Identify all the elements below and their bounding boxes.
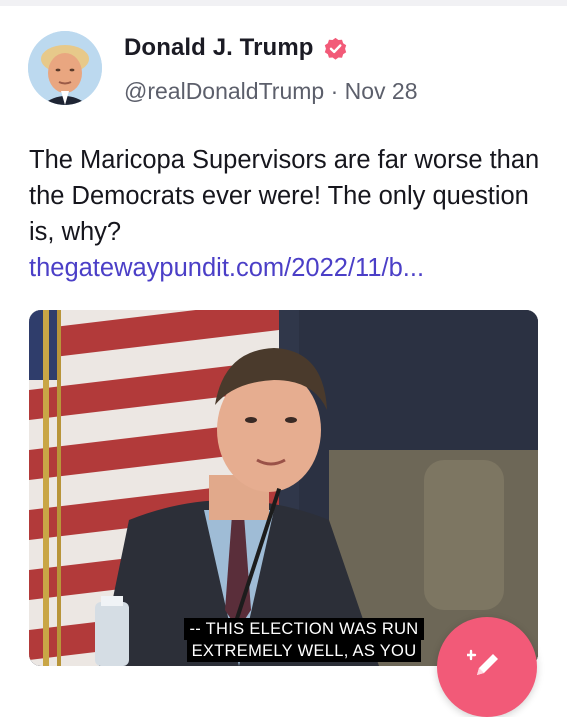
post-meta: @realDonaldTrump · Nov 28 [124, 78, 418, 105]
verified-badge-icon [324, 37, 346, 60]
avatar[interactable] [28, 31, 102, 105]
post-date[interactable]: Nov 28 [345, 78, 418, 104]
meta-separator: · [330, 78, 339, 104]
video-frame-illustration [29, 310, 538, 666]
author-display-name[interactable]: Donald J. Trump [124, 34, 314, 62]
top-divider [0, 0, 567, 6]
post-body: The Maricopa Supervisors are far worse t… [29, 142, 549, 286]
video-caption: -- THIS ELECTION WAS RUN EXTREMELY WELL,… [154, 618, 454, 662]
post-media-video[interactable]: -- THIS ELECTION WAS RUN EXTREMELY WELL,… [29, 310, 538, 666]
compose-pencil-icon [467, 649, 498, 675]
author-row[interactable]: Donald J. Trump [124, 34, 349, 62]
post-text: The Maricopa Supervisors are far worse t… [29, 146, 540, 246]
caption-line-1: -- THIS ELECTION WAS RUN [184, 618, 424, 640]
caption-line-2: EXTREMELY WELL, AS YOU [186, 640, 422, 662]
post-link[interactable]: thegatewaypundit.com/2022/11/b... [29, 250, 549, 286]
author-handle[interactable]: @realDonaldTrump [124, 78, 324, 104]
compose-button[interactable] [437, 617, 537, 717]
